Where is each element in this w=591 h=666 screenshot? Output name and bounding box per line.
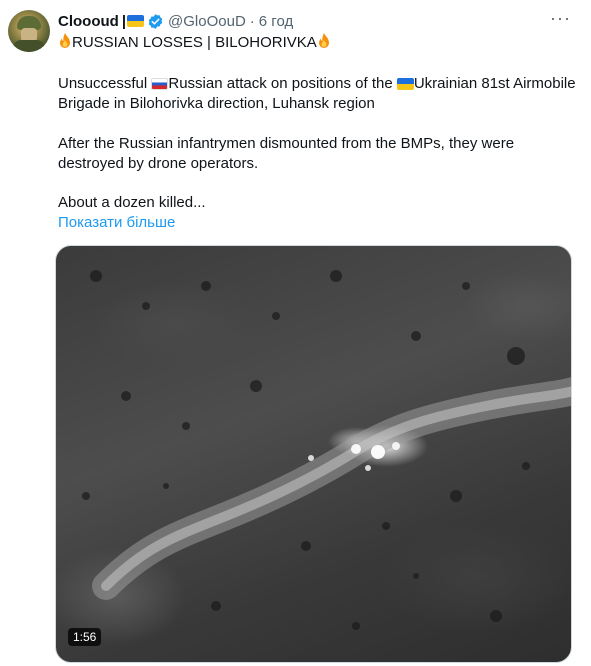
ukraine-flag-icon — [127, 15, 145, 27]
name-pipe: | — [121, 12, 127, 30]
russia-flag-icon — [151, 78, 169, 91]
tweet-headline-line: RUSSIAN LOSSES | BILOHORIVKA — [58, 33, 331, 53]
tweet-time[interactable]: 6 год — [259, 13, 293, 30]
author-name[interactable]: Cloooud — [58, 13, 119, 30]
tweet-headline: RUSSIAN LOSSES | BILOHORIVKA — [72, 34, 317, 51]
avatar-body — [13, 40, 45, 52]
tweet-text-segment: Russian attack on positions of the — [168, 75, 397, 92]
show-more-link[interactable]: Показати більше — [58, 213, 175, 233]
fire-emoji-icon — [60, 33, 70, 48]
tweet-text-segment: Ukrainian 81st Airmobile — [413, 75, 576, 92]
fire-emoji-icon — [318, 33, 329, 48]
tweet-text-segment: Unsuccessful — [58, 75, 152, 92]
ukraine-flag-icon — [396, 78, 414, 91]
tweet-text-line-5: About a dozen killed... — [58, 194, 206, 211]
video-duration-badge: 1:56 — [68, 628, 102, 646]
author-handle[interactable]: @GloOouD — [168, 13, 246, 30]
video-player[interactable]: 1:56 — [55, 245, 572, 663]
tweet-text-line-4: destroyed by drone operators. — [58, 155, 259, 172]
verified-badge-icon — [148, 13, 163, 29]
tweet-text-line-2: Brigade in Bilohorivka direction, Luhans… — [58, 95, 375, 112]
more-dots-icon[interactable]: ··· — [550, 8, 571, 29]
tweet-header: Cloooud | @GloOouD · 6 год — [58, 10, 293, 32]
tweet-text-line-3: After the Russian infantrymen dismounted… — [58, 135, 515, 152]
author-avatar[interactable] — [8, 10, 50, 52]
thermal-drone-footage — [82, 270, 571, 630]
tweet-text-line-1: Unsuccessful Russian attack on positions… — [58, 74, 576, 94]
separator-dot: · — [249, 12, 255, 30]
